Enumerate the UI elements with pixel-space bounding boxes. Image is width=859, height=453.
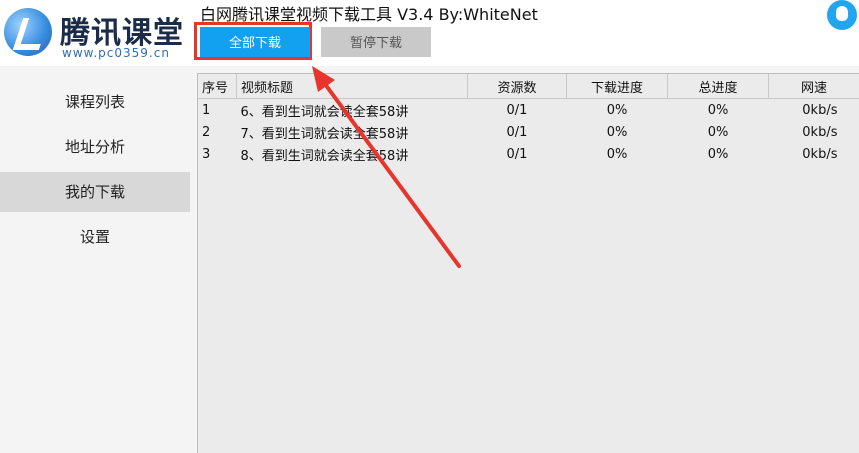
row-total-progress: 0%	[707, 146, 729, 162]
sidebar-item-settings[interactable]: 设置	[0, 217, 190, 257]
row-resources: 0/1	[506, 124, 528, 140]
table-row[interactable]: 3 8、看到生词就会读全套58讲 0/1 0% 0% 0kb/s	[198, 143, 859, 165]
row-resources: 0/1	[506, 102, 528, 118]
app-logo: 腾讯课堂 www.pc0359.cn	[4, 6, 194, 62]
row-speed: 0kb/s	[802, 102, 838, 118]
qq-icon[interactable]	[827, 0, 857, 30]
row-index: 2	[202, 124, 211, 140]
logo-watermark: www.pc0359.cn	[62, 46, 170, 60]
table-row[interactable]: 2 7、看到生词就会读全套58讲 0/1 0% 0% 0kb/s	[198, 121, 859, 143]
sidebar: 课程列表 地址分析 我的下载 设置	[0, 66, 190, 453]
table-header-row: 序号 视频标题 资源数 下载进度 总进度 网速	[198, 74, 859, 99]
app-window: 腾讯课堂 www.pc0359.cn 白网腾讯课堂视频下载工具 V3.4 By:…	[0, 0, 859, 453]
column-header-title[interactable]: 视频标题	[236, 74, 468, 99]
pause-download-button[interactable]: 暂停下载	[321, 27, 431, 57]
row-index: 3	[202, 146, 211, 162]
top-bar: 腾讯课堂 www.pc0359.cn 白网腾讯课堂视频下载工具 V3.4 By:…	[0, 0, 859, 66]
table-row[interactable]: 1 6、看到生词就会读全套58讲 0/1 0% 0% 0kb/s	[198, 99, 859, 122]
sidebar-item-course-list[interactable]: 课程列表	[0, 82, 190, 122]
column-header-index[interactable]: 序号	[198, 74, 237, 99]
download-all-button[interactable]: 全部下载	[200, 27, 310, 57]
column-header-speed[interactable]: 网速	[768, 74, 859, 99]
row-speed: 0kb/s	[802, 124, 838, 140]
row-speed: 0kb/s	[802, 146, 838, 162]
column-header-resources[interactable]: 资源数	[467, 74, 567, 99]
row-total-progress: 0%	[707, 102, 729, 118]
row-download-progress: 0%	[606, 102, 628, 118]
row-title: 6、看到生词就会读全套58讲	[240, 104, 409, 120]
download-table: 序号 视频标题 资源数 下载进度 总进度 网速 1 6、看到生词就会读全套58讲…	[198, 74, 859, 165]
row-download-progress: 0%	[606, 146, 628, 162]
row-resources: 0/1	[506, 146, 528, 162]
row-title: 7、看到生词就会读全套58讲	[240, 126, 409, 142]
sidebar-item-my-downloads[interactable]: 我的下载	[0, 172, 190, 212]
row-download-progress: 0%	[606, 124, 628, 140]
row-title: 8、看到生词就会读全套58讲	[240, 148, 409, 164]
sidebar-item-url-analysis[interactable]: 地址分析	[0, 127, 190, 167]
column-header-total-progress[interactable]: 总进度	[667, 74, 769, 99]
row-index: 1	[202, 102, 211, 118]
row-total-progress: 0%	[707, 124, 729, 140]
logo-mark-icon	[4, 8, 52, 56]
download-list-panel: 序号 视频标题 资源数 下载进度 总进度 网速 1 6、看到生词就会读全套58讲…	[197, 73, 859, 453]
column-header-download-progress[interactable]: 下载进度	[566, 74, 668, 99]
